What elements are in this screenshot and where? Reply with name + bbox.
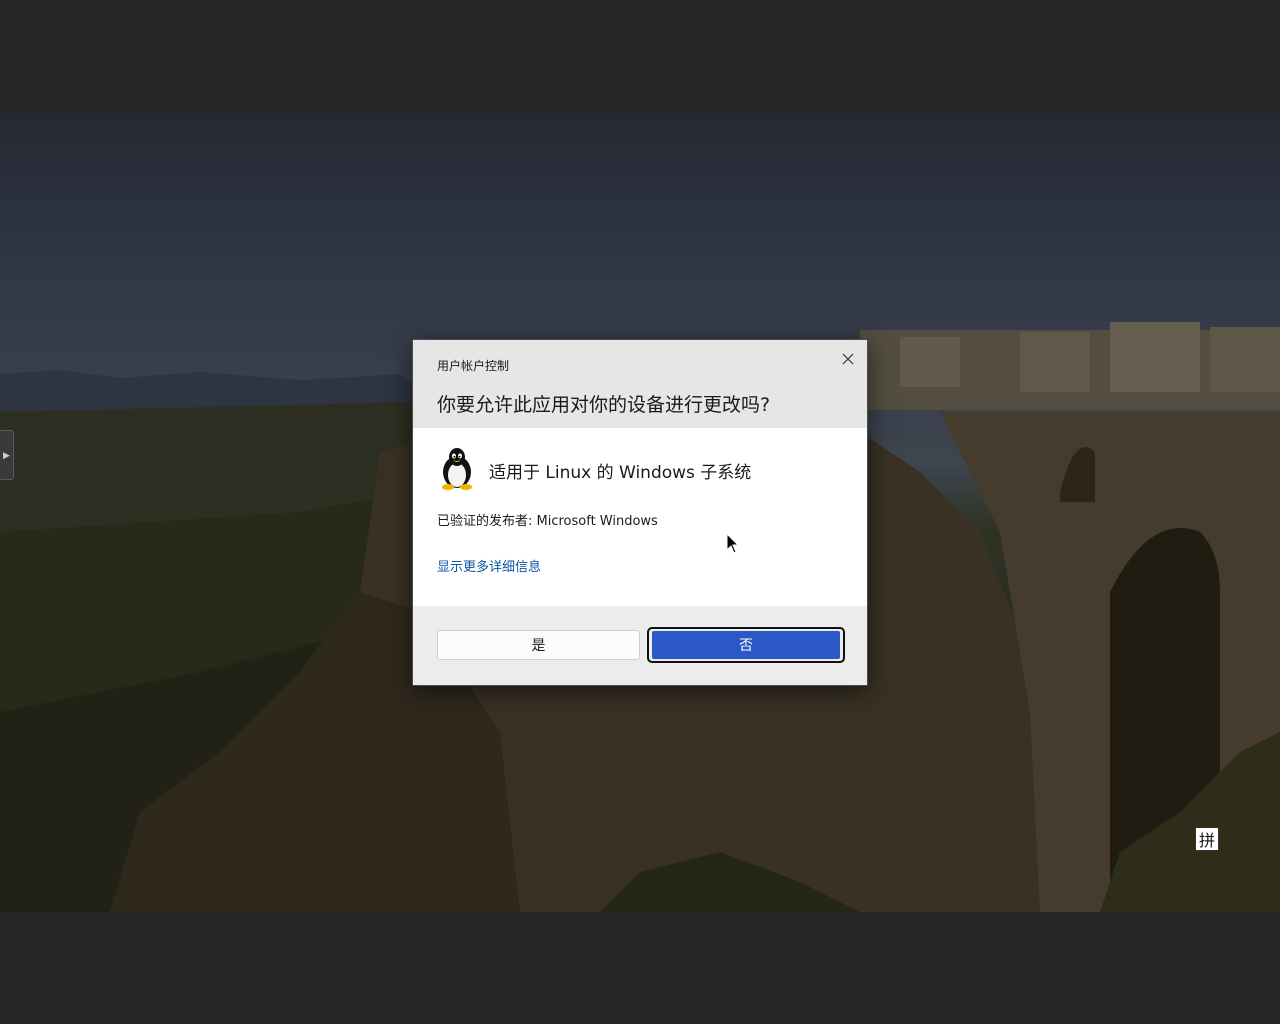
dialog-body: 适用于 Linux 的 Windows 子系统 已验证的发布者: Microso… [413,428,867,606]
dialog-footer: 是 否 [413,606,867,685]
side-expand-handle[interactable]: ▶ [0,430,14,480]
uac-dialog: 用户帐户控制 你要允许此应用对你的设备进行更改吗? 适用于 Linux 的 Wi… [412,339,868,686]
dialog-caption: 用户帐户控制 [437,359,510,373]
close-button[interactable] [837,348,859,370]
no-button-focus-ring: 否 [647,627,845,663]
verified-publisher: 已验证的发布者: Microsoft Windows [437,514,658,529]
mouse-cursor-icon [726,533,740,554]
ime-label: 拼 [1198,831,1215,850]
close-icon [842,353,854,365]
ime-indicator[interactable]: 拼 [1195,827,1219,851]
play-arrow-icon: ▶ [3,449,10,460]
tux-penguin-icon [442,448,472,490]
no-button[interactable]: 否 [652,631,840,659]
dialog-header: 用户帐户控制 你要允许此应用对你的设备进行更改吗? [413,340,867,428]
dialog-question: 你要允许此应用对你的设备进行更改吗? [437,394,771,416]
app-name: 适用于 Linux 的 Windows 子系统 [489,463,752,483]
show-more-details-link[interactable]: 显示更多详细信息 [437,556,541,575]
yes-button[interactable]: 是 [437,630,640,660]
